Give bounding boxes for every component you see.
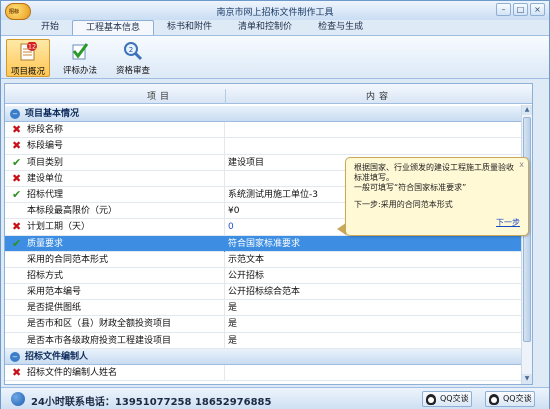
- vertical-scrollbar[interactable]: ▲ ▼: [521, 105, 532, 384]
- row-label: 计划工期（天）: [5, 219, 225, 236]
- tooltip-next-hint: 下一步:采用的合同范本形式: [354, 200, 453, 209]
- header-content: 内容: [225, 89, 532, 104]
- badge-count: 12: [28, 43, 36, 51]
- qualification-review-button[interactable]: 2 资格审查: [111, 39, 155, 77]
- window-controls: – □ ×: [496, 3, 545, 16]
- tab-check-generate[interactable]: 检查与生成: [305, 20, 376, 35]
- table-row[interactable]: ✖ 招标文件的编制人姓名: [5, 365, 532, 382]
- row-label: 是否提供图纸: [5, 300, 225, 317]
- table-row[interactable]: 是否提供图纸 是: [5, 300, 532, 317]
- contact-phone: 24小时联系电话：13951077258 18652976885: [31, 397, 272, 408]
- table-row[interactable]: 采用范本编号 公开招标综合范本: [5, 284, 532, 301]
- row-label: 质量要求: [5, 235, 225, 252]
- document-list-icon: 12: [18, 41, 38, 62]
- evaluation-method-button[interactable]: 评标办法: [58, 39, 102, 77]
- phone-icon: [11, 392, 25, 406]
- table-row[interactable]: ✖ 标段名称: [5, 122, 532, 139]
- scroll-down-icon[interactable]: ▼: [522, 374, 532, 384]
- row-value[interactable]: [225, 122, 532, 138]
- table-row[interactable]: 采用的合同范本形式 示范文本: [5, 251, 532, 268]
- row-label: 本标段最高限价（元）: [5, 203, 225, 220]
- tab-start[interactable]: 开始: [28, 20, 72, 35]
- tab-bill-price[interactable]: 清单和控制价: [225, 20, 305, 35]
- row-label: 项目类别: [5, 154, 225, 171]
- window-title: 南京市网上招标文件制作工具: [216, 8, 334, 18]
- row-value[interactable]: 公开招标综合范本: [225, 284, 532, 300]
- project-overview-button[interactable]: 12 项目概况: [6, 39, 50, 77]
- grid-header: 项目 内容: [5, 84, 532, 104]
- section-label: 招标文件编制人: [25, 351, 89, 362]
- qq-chat-button[interactable]: QQ交谈: [485, 391, 535, 407]
- project-overview-label: 项目概况: [10, 67, 45, 77]
- row-value-text: 0: [228, 222, 234, 233]
- row-label: 招标文件的编制人姓名: [5, 365, 225, 381]
- tooltip-text: 根据国家、行业颁发的建设工程施工质量验收: [354, 163, 514, 172]
- row-value[interactable]: 是: [225, 316, 532, 332]
- evaluation-method-label: 评标办法: [62, 66, 97, 76]
- row-label: 是否本市各级政府投资工程建设项目: [5, 332, 225, 349]
- row-label: 是否市和区（县）财政全额投资项目: [5, 316, 225, 333]
- grid-rows: − 项目基本情况 ✖ 标段名称 ✖ 标段编号 ✔ 项目类别 建设项目 ✖ 建设单…: [5, 106, 532, 382]
- row-value[interactable]: [225, 138, 532, 154]
- table-row[interactable]: 招标方式 公开招标: [5, 267, 532, 285]
- qq-penguin-icon: [489, 394, 499, 405]
- row-value[interactable]: [225, 365, 532, 381]
- table-row[interactable]: 是否本市各级政府投资工程建设项目 是: [5, 332, 532, 349]
- magnifier-icon: 2: [123, 41, 143, 61]
- row-value[interactable]: 公开招标: [225, 268, 532, 284]
- close-icon[interactable]: ×: [530, 3, 545, 16]
- tooltip-next-link[interactable]: 下一步: [496, 218, 520, 228]
- row-label: 采用的合同范本形式: [5, 251, 225, 268]
- tooltip-close-icon[interactable]: x: [519, 160, 524, 170]
- row-value[interactable]: 是: [225, 333, 532, 349]
- checkmark-icon: [70, 41, 90, 61]
- status-bar: 24小时联系电话：13951077258 18652976885 QQ交谈 QQ…: [1, 387, 549, 409]
- minimize-icon[interactable]: –: [496, 3, 511, 16]
- section-basic-info[interactable]: − 项目基本情况: [5, 106, 532, 123]
- qq-penguin-icon: [426, 394, 436, 405]
- tooltip-text: 一般可填写“符合国家标准要求”: [354, 183, 467, 192]
- section-doc-author[interactable]: − 招标文件编制人: [5, 348, 532, 365]
- table-row[interactable]: ✖ 标段编号: [5, 138, 532, 155]
- app-window: 招标 南京市网上招标文件制作工具 – □ × 开始 工程基本信息 标书和附件 清…: [0, 0, 550, 409]
- ribbon-toolbar: 12 项目概况 评标办法 2 资格审查: [1, 35, 549, 79]
- table-row[interactable]: 是否市和区（县）财政全额投资项目 是: [5, 316, 532, 333]
- qualification-review-label: 资格审查: [115, 66, 150, 76]
- main-tabs: 开始 工程基本信息 标书和附件 清单和控制价 检查与生成: [28, 20, 376, 35]
- header-item: 项目: [146, 92, 173, 102]
- row-value[interactable]: 符合国家标准要求: [225, 236, 532, 252]
- table-row-selected[interactable]: ✔ 质量要求 符合国家标准要求: [5, 235, 532, 252]
- title-bar: 招标 南京市网上招标文件制作工具 – □ ×: [1, 1, 549, 20]
- scroll-up-icon[interactable]: ▲: [522, 105, 532, 115]
- row-label: 标段编号: [5, 138, 225, 155]
- row-label: 建设单位: [5, 170, 225, 187]
- qq-chat-label: QQ交谈: [503, 394, 532, 403]
- qq-chat-button[interactable]: QQ交谈: [422, 391, 472, 407]
- section-label: 项目基本情况: [25, 109, 80, 119]
- qq-chat-label: QQ交谈: [440, 394, 469, 403]
- row-label: 招标代理: [5, 186, 225, 203]
- tab-bid-docs[interactable]: 标书和附件: [154, 20, 225, 35]
- help-tooltip: x 根据国家、行业颁发的建设工程施工质量验收 标准填写。 一般可填写“符合国家标…: [345, 157, 529, 236]
- row-label: 采用范本编号: [5, 284, 225, 301]
- row-value[interactable]: 是: [225, 300, 532, 316]
- badge-count: 2: [129, 46, 133, 54]
- row-label: 标段名称: [5, 122, 225, 139]
- row-value[interactable]: 示范文本: [225, 252, 532, 268]
- tooltip-text: 标准填写。: [354, 173, 394, 182]
- row-label: 招标方式: [5, 267, 225, 284]
- tab-project-info[interactable]: 工程基本信息: [72, 20, 155, 35]
- maximize-icon[interactable]: □: [513, 3, 528, 16]
